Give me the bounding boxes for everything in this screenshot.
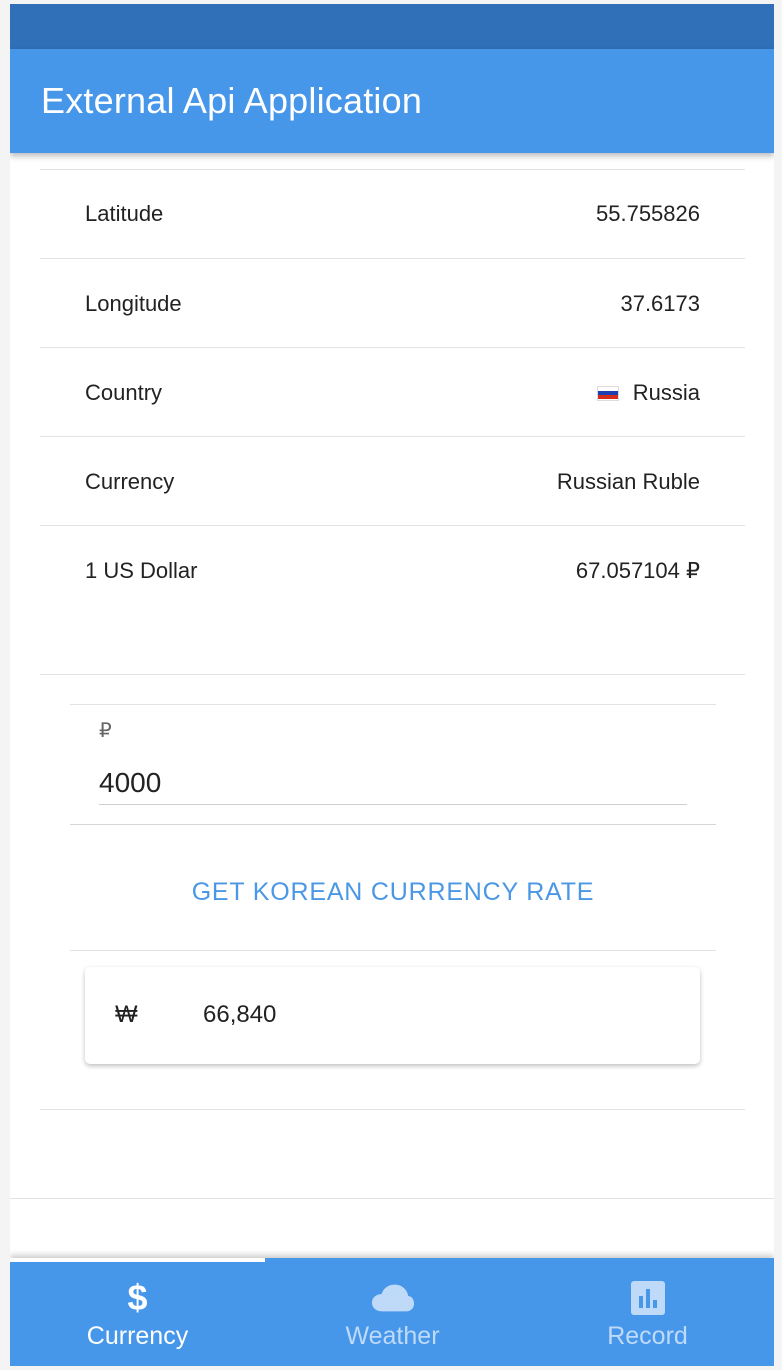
- bottom-tab-bar: $ Currency Weather Record: [10, 1258, 774, 1366]
- longitude-value: 37.6173: [620, 291, 700, 316]
- won-symbol: ₩: [115, 1001, 138, 1028]
- row-value: 67.057104 ₽: [576, 558, 700, 584]
- tab-label: Weather: [345, 1322, 440, 1350]
- converted-amount: 66,840: [203, 1001, 277, 1028]
- usd-rate-value: 67.057104 ₽: [575, 558, 700, 583]
- russia-flag-icon: [596, 385, 619, 401]
- tab-currency[interactable]: $ Currency: [10, 1258, 265, 1366]
- divider: [40, 674, 745, 675]
- divider: [40, 169, 745, 170]
- divider: [40, 1109, 745, 1110]
- tab-record[interactable]: Record: [520, 1258, 774, 1366]
- amount-input-label: ₽: [99, 720, 112, 742]
- row-label: Latitude: [85, 201, 164, 226]
- get-korean-rate-button[interactable]: GET KOREAN CURRENCY RATE: [70, 833, 716, 951]
- currency-page: Latitude 55.755826 Longitude 37.6173 Cou…: [10, 153, 774, 1258]
- currency-value: Russian Ruble: [556, 469, 700, 494]
- country-value: Russia: [632, 380, 700, 405]
- cloud-icon: [371, 1278, 415, 1318]
- result-card: ₩ 66,840: [85, 967, 700, 1064]
- amount-input[interactable]: [99, 761, 687, 805]
- dollar-icon: $: [127, 1277, 148, 1318]
- row-value: 37.6173: [620, 291, 700, 317]
- app-screen: External Api Application Latitude 55.755…: [10, 4, 774, 1366]
- divider: [70, 950, 716, 951]
- row-label: Currency: [85, 469, 175, 494]
- row-value: 55.755826: [596, 201, 700, 227]
- app-bar: External Api Application: [10, 49, 774, 153]
- divider: [40, 347, 745, 348]
- tab-weather[interactable]: Weather: [265, 1258, 520, 1366]
- row-label: 1 US Dollar: [85, 558, 198, 583]
- tab-label: Currency: [86, 1322, 189, 1350]
- divider: [10, 1198, 774, 1199]
- divider: [40, 436, 745, 437]
- divider: [70, 704, 716, 705]
- divider: [40, 258, 745, 259]
- row-value: Russia: [596, 380, 700, 406]
- divider: [40, 525, 745, 526]
- bar-chart-icon: [626, 1278, 670, 1318]
- divider: [70, 824, 716, 825]
- latitude-value: 55.755826: [596, 201, 700, 226]
- app-title: External Api Application: [41, 80, 423, 121]
- tab-label: Record: [607, 1322, 688, 1350]
- status-bar: [10, 4, 774, 49]
- row-label: Country: [85, 380, 163, 405]
- row-value: Russian Ruble: [557, 469, 700, 495]
- row-label: Longitude: [85, 291, 182, 316]
